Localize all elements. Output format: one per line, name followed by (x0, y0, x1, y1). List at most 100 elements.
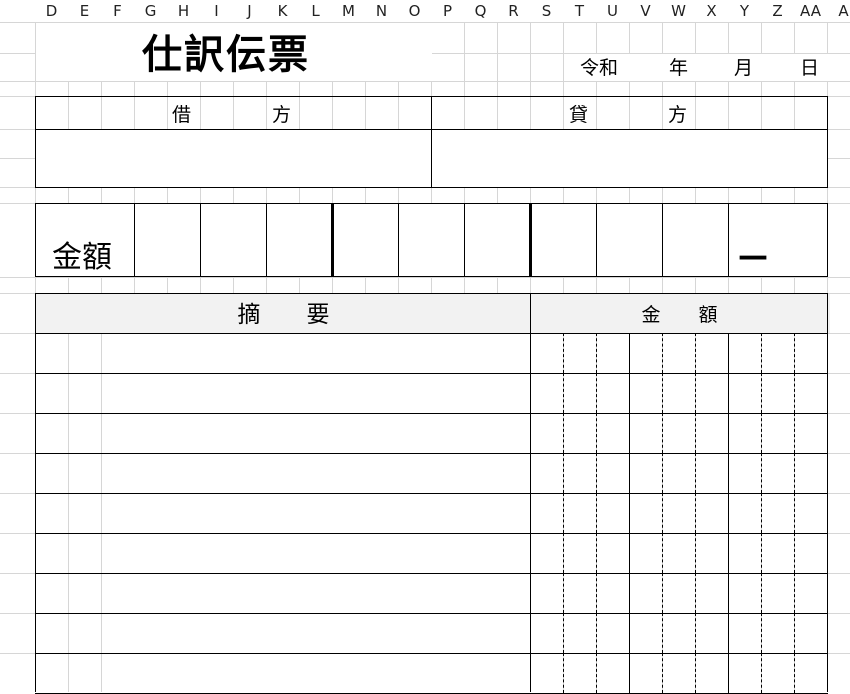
amount-digit-dashed-divider (563, 493, 564, 533)
amount-digit-dashed-divider (695, 453, 696, 493)
column-header[interactable]: W (662, 0, 695, 22)
amount-digit-dashed-divider (695, 333, 696, 373)
column-header[interactable]: K (266, 0, 299, 22)
description-row-cell (102, 414, 530, 453)
column-header[interactable]: A (827, 0, 850, 22)
amount-digit-dashed-divider (662, 373, 663, 413)
amount-digit-dashed-divider (662, 493, 663, 533)
amount-digit-dashed-divider (596, 573, 597, 613)
credit-header-char1: 貸 (569, 104, 589, 126)
amount-digit-dashed-divider (695, 573, 696, 613)
amount-digit-dashed-divider (563, 533, 564, 573)
amount-digit-dashed-divider (761, 573, 762, 613)
column-header[interactable]: T (563, 0, 596, 22)
amount-column-divider (629, 653, 630, 693)
column-header[interactable]: S (530, 0, 563, 22)
amount-digit-dashed-divider (761, 493, 762, 533)
amount-column-divider (728, 333, 729, 373)
column-header[interactable]: Y (728, 0, 761, 22)
amount-digit-dashed-divider (563, 413, 564, 453)
amount-digit-cell (135, 204, 200, 277)
amount-digit-dashed-divider (695, 493, 696, 533)
description-row-cell (102, 534, 530, 573)
amount-column-divider (728, 453, 729, 493)
amount-digit-dashed-divider (563, 373, 564, 413)
amount-column-divider (629, 413, 630, 453)
column-header[interactable]: AA (794, 0, 827, 22)
column-header[interactable]: Q (464, 0, 497, 22)
column-header[interactable]: F (101, 0, 134, 22)
amount-digit-dashed-divider (794, 493, 795, 533)
column-header[interactable]: E (68, 0, 101, 22)
credit-entry-cell (432, 130, 827, 187)
amount-digit-dashed-divider (761, 453, 762, 493)
description-header: 摘 要 (237, 302, 330, 328)
amount-digit-divider (398, 203, 399, 277)
column-header[interactable]: D (35, 0, 68, 22)
account-box-left (35, 96, 36, 188)
amount-digit-dashed-divider (794, 613, 795, 653)
debit-header-char1: 借 (172, 104, 192, 126)
column-header[interactable]: Z (761, 0, 794, 22)
slip-title: 仕訳伝票 (142, 32, 310, 78)
column-header[interactable]: L (299, 0, 332, 22)
spreadsheet-sheet: D E F G H I J K L M N O P Q R S T U V W X Y Z AA A 仕訳伝票 令和 年 月 日… (0, 0, 850, 694)
amount-digit-dashed-divider (794, 573, 795, 613)
amount-column-divider (629, 573, 630, 613)
amount-digit-dashed-divider (596, 453, 597, 493)
description-row-cell (102, 654, 530, 693)
column-header[interactable]: R (497, 0, 530, 22)
column-header[interactable]: P (431, 0, 464, 22)
amount-header: 金 額 (641, 304, 718, 326)
amount-column-divider (629, 613, 630, 653)
amount-digit-dashed-divider (662, 333, 663, 373)
amount-digit-dashed-divider (662, 453, 663, 493)
column-header[interactable]: I (200, 0, 233, 22)
amount-digit-dashed-divider (794, 333, 795, 373)
amount-digit-cell (597, 204, 662, 277)
amount-column-divider (629, 333, 630, 373)
description-row-cell (102, 494, 530, 533)
amount-label: 金額 (52, 240, 112, 275)
table-right-border (827, 293, 828, 692)
column-header[interactable]: N (365, 0, 398, 22)
account-center-divider (431, 96, 432, 188)
column-header[interactable]: V (629, 0, 662, 22)
column-header[interactable]: J (233, 0, 266, 22)
amount-digit-dashed-divider (794, 413, 795, 453)
column-header[interactable]: X (695, 0, 728, 22)
amount-digit-dashed-divider (695, 413, 696, 453)
amount-column-divider (629, 533, 630, 573)
amount-column-divider (728, 493, 729, 533)
amount-digit-dashed-divider (596, 333, 597, 373)
account-box-right (827, 96, 828, 188)
amount-digit-divider (596, 203, 597, 277)
amount-digit-dashed-divider (662, 413, 663, 453)
column-header[interactable]: O (398, 0, 431, 22)
description-row-cell (102, 374, 530, 413)
amount-digit-dashed-divider (563, 653, 564, 693)
column-header[interactable]: M (332, 0, 365, 22)
amount-digit-dashed-divider (761, 653, 762, 693)
column-header[interactable]: U (596, 0, 629, 22)
amount-digit-dashed-divider (662, 573, 663, 613)
description-row-cell (102, 614, 530, 653)
amount-digit-dashed-divider (596, 413, 597, 453)
row-gridline (0, 81, 850, 82)
amount-digit-dashed-divider (695, 613, 696, 653)
amount-digit-dashed-divider (695, 653, 696, 693)
amount-column-divider (728, 413, 729, 453)
amount-digit-dashed-divider (596, 533, 597, 573)
amount-digit-divider (464, 203, 465, 277)
column-gridline (68, 22, 69, 692)
amount-digit-dashed-divider (662, 533, 663, 573)
amount-thousands-separator (529, 203, 532, 277)
debit-header-char2: 方 (272, 104, 292, 126)
table-header-border (35, 333, 828, 334)
description-row-cell (102, 334, 530, 373)
column-header[interactable]: G (134, 0, 167, 22)
amount-column-divider (728, 613, 729, 653)
column-header[interactable]: H (167, 0, 200, 22)
amount-digit-dashed-divider (563, 573, 564, 613)
amount-digit-cell (465, 204, 530, 277)
